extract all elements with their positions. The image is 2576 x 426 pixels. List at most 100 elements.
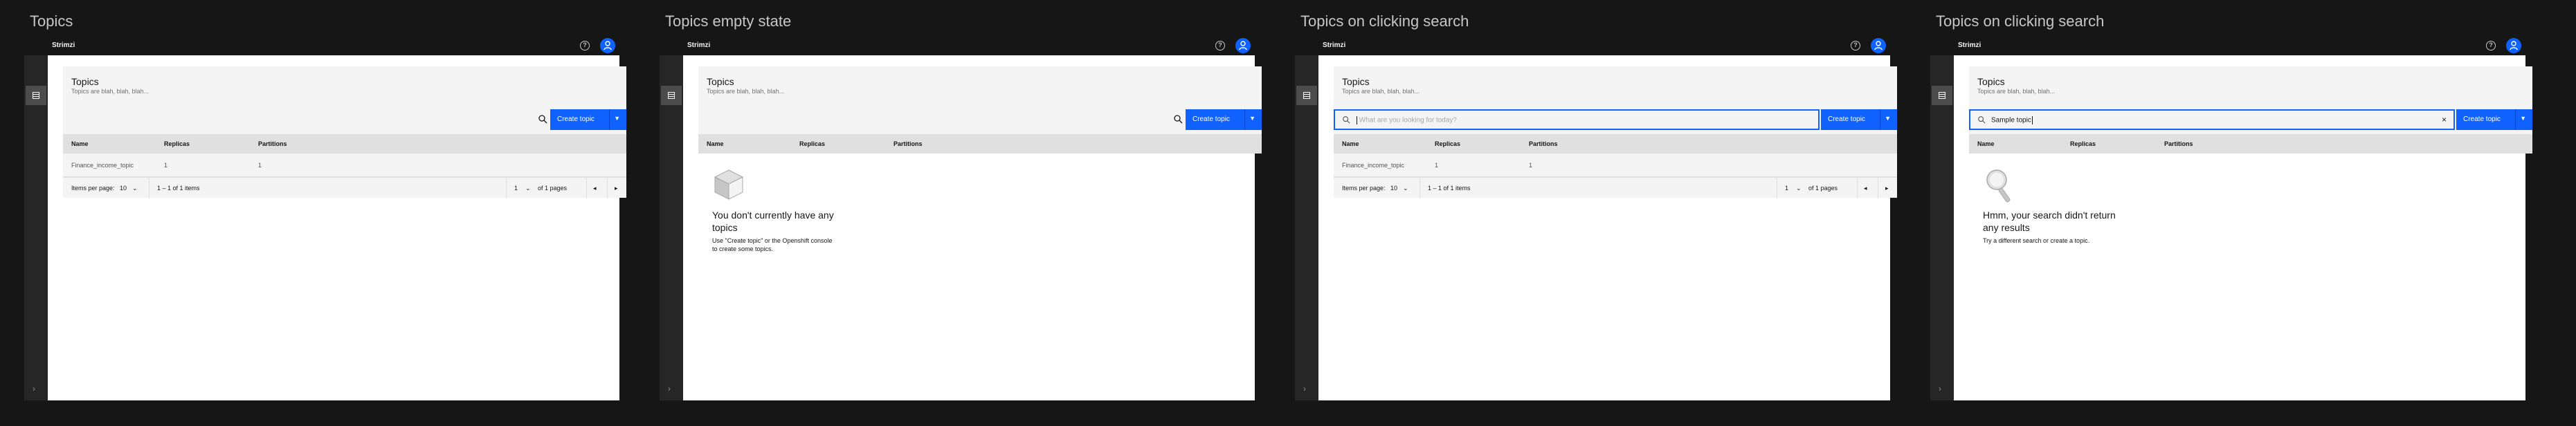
create-topic-button[interactable]: Create topic ▼ (1821, 109, 1897, 130)
main-content: Topics Topics are blah, blah, blah... Sa… (1954, 55, 2532, 400)
search-icon (1978, 116, 1986, 124)
page-select[interactable]: 1 (1785, 185, 1788, 192)
column-header-name[interactable]: Name (71, 140, 89, 147)
column-header-name[interactable]: Name (1342, 140, 1359, 147)
search-icon[interactable] (1173, 114, 1184, 125)
search-icon[interactable] (538, 114, 549, 125)
chevron-down-icon[interactable]: ▼ (2520, 115, 2526, 122)
divider (1857, 178, 1858, 198)
chevron-right-icon[interactable]: › (668, 384, 671, 393)
grid-icon[interactable] (26, 86, 46, 105)
create-topic-label: Create topic (1192, 115, 1230, 123)
next-page-icon[interactable]: ▸ (615, 185, 618, 192)
table-row[interactable]: Finance_income_topic 1 1 (63, 154, 626, 177)
placeholder-text: What are you looking for today? (1359, 116, 1457, 124)
table-header: Name Replicas Partitions (1969, 134, 2532, 154)
no-results-title: Hmm, your search didn't return any resul… (1983, 210, 2116, 233)
grid-icon[interactable] (661, 86, 682, 105)
table-row[interactable]: Finance_income_topic 1 1 (1334, 154, 1897, 177)
divider (2515, 109, 2516, 130)
column-header-partitions[interactable]: Partitions (2164, 140, 2193, 147)
main-content: Topics Topics are blah, blah, blah... Wh… (1318, 55, 1897, 400)
grid-icon[interactable] (1296, 86, 1317, 105)
frame-title: Topics empty state (665, 12, 792, 30)
column-header-replicas[interactable]: Replicas (2070, 140, 2096, 147)
page-select[interactable]: 1 (514, 185, 518, 192)
chevron-down-icon[interactable]: ⌄ (1403, 185, 1408, 192)
frame-topics-search-focus: Topics on clicking search Strimzi ? › To… (1271, 0, 1914, 426)
chevron-down-icon[interactable]: ⌄ (1796, 185, 1802, 192)
grid-icon[interactable] (1932, 86, 1952, 105)
table-toolbar: Create topic ▼ (63, 109, 626, 130)
chevron-right-icon[interactable]: › (1939, 384, 1941, 393)
close-icon[interactable]: × (2442, 115, 2447, 124)
page-subtitle: Topics are blah, blah, blah... (1342, 88, 1420, 95)
pagination: Items per page: 10 ⌄ 1 – 1 of 1 items 1 … (1334, 177, 1897, 198)
chevron-down-icon[interactable]: ▼ (1885, 115, 1891, 122)
top-header: Strimzi ? (24, 36, 619, 55)
prev-page-icon[interactable]: ◂ (593, 185, 597, 192)
page-header: Topics Topics are blah, blah, blah... Wh… (1334, 66, 1897, 134)
search-input[interactable]: What are you looking for today? (1334, 109, 1820, 130)
search-value: Sample topic (1991, 116, 2033, 124)
chevron-right-icon[interactable]: › (33, 384, 35, 393)
frame-topics: Topics Strimzi ? › Topics Topics are bla… (0, 0, 644, 426)
column-header-name[interactable]: Name (1977, 140, 1995, 147)
column-header-partitions[interactable]: Partitions (1529, 140, 1558, 147)
column-header-replicas[interactable]: Replicas (164, 140, 190, 147)
items-range: 1 – 1 of 1 items (157, 185, 200, 192)
main-content: Topics Topics are blah, blah, blah... Cr… (48, 55, 626, 400)
page-subtitle: Topics are blah, blah, blah... (707, 88, 785, 95)
empty-state-title: You don't currently have any topics (712, 210, 834, 233)
items-per-page-label: Items per page: (71, 185, 115, 192)
search-input[interactable]: Sample topic × (1969, 109, 2455, 130)
help-icon[interactable]: ? (1215, 41, 1225, 50)
divider (1419, 178, 1420, 198)
chevron-right-icon[interactable]: › (1303, 384, 1306, 393)
cell-name: Finance_income_topic (71, 162, 134, 169)
items-per-page-select[interactable]: 10 (1390, 185, 1397, 192)
cell-name: Finance_income_topic (1342, 162, 1405, 169)
create-topic-button[interactable]: Create topic ▼ (550, 109, 626, 130)
create-topic-label: Create topic (557, 115, 595, 123)
prev-page-icon[interactable]: ◂ (1864, 185, 1867, 192)
items-per-page-select[interactable]: 10 (120, 185, 127, 192)
top-header: Strimzi ? (1930, 36, 2525, 55)
chevron-down-icon[interactable]: ▼ (614, 115, 620, 122)
app-window: Strimzi ? › Topics Topics are blah, blah… (24, 36, 626, 400)
user-avatar-icon[interactable] (1235, 38, 1251, 53)
table-toolbar: Create topic ▼ (698, 109, 1262, 130)
column-header-partitions[interactable]: Partitions (258, 140, 287, 147)
no-results-state: Hmm, your search didn't return any resul… (1969, 154, 2532, 292)
create-topic-label: Create topic (1828, 115, 1865, 123)
items-range: 1 – 1 of 1 items (1428, 185, 1471, 192)
help-icon[interactable]: ? (580, 41, 590, 50)
user-avatar-icon[interactable] (1871, 38, 1886, 53)
topics-panel: Topics Topics are blah, blah, blah... Wh… (1334, 66, 1897, 198)
create-topic-button[interactable]: Create topic ▼ (2456, 109, 2532, 130)
empty-state: You don't currently have any topics Use … (698, 154, 1262, 292)
column-header-replicas[interactable]: Replicas (1435, 140, 1460, 147)
chevron-down-icon[interactable]: ▼ (1249, 115, 1255, 122)
create-topic-button[interactable]: Create topic ▼ (1186, 109, 1262, 130)
help-icon[interactable]: ? (2486, 41, 2496, 50)
frame-title: Topics on clicking search (1936, 12, 2105, 30)
table-header: Name Replicas Partitions (63, 134, 626, 154)
user-avatar-icon[interactable] (600, 38, 615, 53)
cell-partitions: 1 (258, 162, 262, 169)
next-page-icon[interactable]: ▸ (1885, 185, 1889, 192)
page-header: Topics Topics are blah, blah, blah... Sa… (1969, 66, 2532, 134)
column-header-replicas[interactable]: Replicas (799, 140, 825, 147)
topics-panel: Topics Topics are blah, blah, blah... Cr… (698, 66, 1262, 292)
chevron-down-icon[interactable]: ⌄ (132, 185, 138, 192)
column-header-partitions[interactable]: Partitions (894, 140, 923, 147)
create-topic-label: Create topic (2463, 115, 2501, 123)
app-name: Strimzi (1323, 41, 1346, 49)
side-rail: › (660, 55, 683, 400)
main-content: Topics Topics are blah, blah, blah... Cr… (683, 55, 1262, 400)
user-avatar-icon[interactable] (2506, 38, 2521, 53)
page-title: Topics (71, 76, 99, 87)
help-icon[interactable]: ? (1851, 41, 1860, 50)
chevron-down-icon[interactable]: ⌄ (525, 185, 531, 192)
column-header-name[interactable]: Name (707, 140, 724, 147)
